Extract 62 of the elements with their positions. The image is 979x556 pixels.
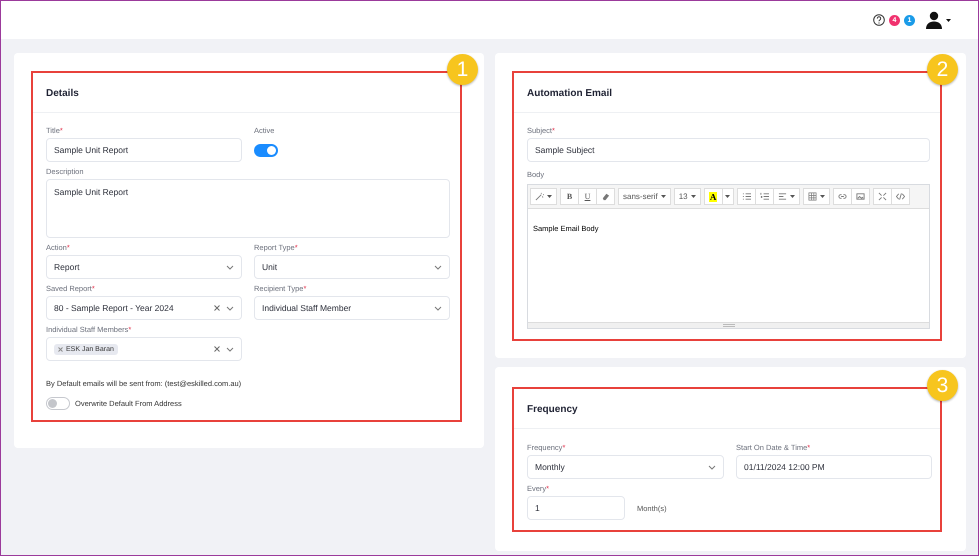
align-button[interactable] (772, 188, 800, 205)
date-time-input[interactable]: 01/11/2024 12:00 PM (736, 455, 932, 479)
caret-icon (690, 195, 696, 198)
image-icon (856, 192, 865, 201)
fullscreen-icon (878, 192, 887, 201)
text-color-button[interactable]: A (704, 188, 723, 205)
callout-number: 2 (927, 54, 958, 85)
numbered-list-icon (760, 192, 769, 201)
chevron-down-icon (226, 306, 234, 310)
clear-icon[interactable] (214, 305, 220, 311)
user-avatar-icon[interactable] (925, 11, 952, 29)
numbered-list-button[interactable] (754, 188, 774, 205)
every-input[interactable]: 1 (527, 496, 625, 520)
chevron-down-icon (708, 464, 716, 470)
remove-tag-icon[interactable] (58, 346, 63, 352)
select-field[interactable]: 80 - Sample Report - Year 2024 (46, 296, 242, 320)
fullscreen-button[interactable] (872, 188, 892, 205)
clear-icon[interactable] (214, 346, 220, 352)
description-textarea[interactable]: Sample Unit Report (46, 179, 450, 238)
chevron-down-icon (226, 264, 234, 270)
resize-handle-icon[interactable] (722, 324, 734, 327)
callout-number: 3 (927, 370, 958, 401)
caret-icon (790, 195, 795, 198)
title-input[interactable]: Sample Unit Report (46, 138, 242, 162)
caret-icon (547, 195, 552, 198)
style-button[interactable] (530, 188, 557, 205)
bullet-list-button[interactable] (736, 188, 756, 205)
active-toggle[interactable] (254, 144, 278, 156)
select-field[interactable]: Report (46, 255, 242, 279)
font-family-dropdown[interactable]: sans-serif (618, 188, 671, 205)
caret-icon (660, 195, 666, 198)
help-icon[interactable] (873, 14, 885, 26)
select-field[interactable]: Individual Staff Member (254, 296, 450, 320)
table-icon (808, 192, 817, 201)
select-field[interactable]: Unit (254, 255, 450, 279)
caret-icon (820, 195, 825, 198)
bullet-list-icon (742, 192, 751, 201)
font-size-dropdown[interactable]: 13 (674, 188, 701, 205)
table-button[interactable] (802, 188, 830, 205)
section-title: Frequency (527, 404, 578, 415)
code-icon (896, 192, 905, 201)
image-button[interactable] (850, 188, 870, 205)
section-title: Automation Email (527, 88, 612, 99)
overwrite-toggle[interactable] (46, 397, 70, 410)
clear-format-button[interactable] (596, 188, 615, 205)
code-view-button[interactable] (890, 188, 910, 205)
subject-input[interactable]: Sample Subject (527, 138, 930, 162)
bold-button[interactable]: B (560, 188, 579, 205)
chevron-down-icon (434, 264, 442, 270)
align-icon (778, 192, 787, 201)
section-title: Details (46, 88, 79, 99)
link-icon (838, 192, 847, 201)
callout-number: 1 (447, 54, 478, 85)
magic-wand-icon (535, 192, 544, 201)
underline-button[interactable]: U (578, 188, 597, 205)
link-button[interactable] (832, 188, 852, 205)
eraser-icon (601, 192, 610, 201)
color-dropdown-button[interactable] (722, 188, 734, 205)
select-field[interactable]: Monthly (527, 455, 724, 479)
caret-icon (725, 195, 730, 198)
chevron-down-icon (434, 306, 442, 310)
chevron-down-icon (226, 346, 234, 352)
